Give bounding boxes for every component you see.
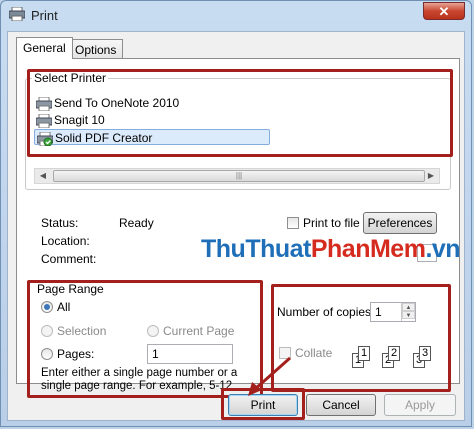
copies-value: 1 xyxy=(375,305,382,319)
printer-name: Send To OneNote 2010 xyxy=(54,96,180,110)
current-page-label: Current Page xyxy=(163,324,235,338)
radio-current-page[interactable] xyxy=(147,325,159,337)
general-tab-panel: Select Printer Send To OneNote 2010 Snag… xyxy=(16,58,461,398)
preferences-button[interactable]: Preferences xyxy=(363,212,437,234)
apply-button[interactable]: Apply xyxy=(384,394,456,416)
print-to-file-checkbox[interactable] xyxy=(287,217,299,229)
collate-icon: 1 1 2 2 3 3 xyxy=(345,346,445,382)
print-to-file-label: Print to file xyxy=(303,216,360,230)
page-range-label: Page Range xyxy=(35,282,106,296)
select-printer-group: Select Printer Send To OneNote 2010 Snag… xyxy=(25,71,451,190)
spin-up-icon[interactable]: ▲ xyxy=(402,303,415,311)
copies-input[interactable]: 1 ▲ ▼ xyxy=(370,302,416,322)
location-label: Location: xyxy=(41,234,90,248)
default-printer-icon xyxy=(36,131,54,147)
number-of-copies-label: Number of copies: xyxy=(277,305,375,319)
printer-icon xyxy=(35,113,53,129)
selection-label: Selection xyxy=(57,324,107,338)
printer-icon xyxy=(35,96,53,112)
close-icon: ✕ xyxy=(438,4,450,19)
printer-list-scrollbar[interactable]: ◀ ||| ▶ xyxy=(34,168,440,184)
radio-all[interactable] xyxy=(41,301,53,313)
all-label: All xyxy=(57,300,71,314)
print-dialog: Print ✕ General Options Select Printer S… xyxy=(0,0,472,427)
scrollbar-thumb[interactable]: ||| xyxy=(53,170,425,182)
pages-label: Pages: xyxy=(57,347,95,361)
title-bar[interactable]: Print ✕ xyxy=(1,1,471,29)
tab-options[interactable]: Options xyxy=(68,39,124,59)
scroll-left-icon[interactable]: ◀ xyxy=(35,169,51,183)
printer-name: Snagit 10 xyxy=(54,113,105,127)
printer-name: Solid PDF Creator xyxy=(55,131,153,145)
pointer-arrow-icon xyxy=(248,356,291,396)
printer-item-snagit[interactable]: Snagit 10 xyxy=(35,112,105,129)
page-range-hint: Enter either a single page number or a s… xyxy=(41,367,238,392)
printer-item-onenote[interactable]: Send To OneNote 2010 xyxy=(35,95,180,112)
collate-label: Collate xyxy=(295,346,333,360)
radio-pages[interactable] xyxy=(41,348,53,360)
spin-down-icon[interactable]: ▼ xyxy=(402,311,415,319)
comment-label: Comment: xyxy=(41,252,97,266)
status-value: Ready xyxy=(119,216,154,230)
radio-selection[interactable] xyxy=(41,325,53,337)
printer-item-solid-pdf[interactable]: Solid PDF Creator xyxy=(34,129,270,147)
copies-group: Number of copies: 1 ▲ ▼ Collate 1 1 2 2 … xyxy=(269,288,451,400)
dialog-body: General Options Select Printer Send To O… xyxy=(7,31,465,421)
status-label: Status: xyxy=(41,216,79,230)
window-title: Print xyxy=(31,8,58,23)
pages-input[interactable]: 1 xyxy=(147,344,233,364)
printer-list[interactable]: Send To OneNote 2010 Snagit 10 Solid PDF… xyxy=(26,79,450,165)
printer-icon xyxy=(8,6,26,22)
watermark-logo: ThuThuatPhanMem.vn xyxy=(201,235,461,263)
cancel-button[interactable]: Cancel xyxy=(306,394,376,416)
tab-general[interactable]: General xyxy=(16,37,73,59)
close-button[interactable]: ✕ xyxy=(423,2,465,20)
scroll-right-icon[interactable]: ▶ xyxy=(423,169,439,183)
copies-stepper[interactable]: ▲ ▼ xyxy=(401,303,415,321)
